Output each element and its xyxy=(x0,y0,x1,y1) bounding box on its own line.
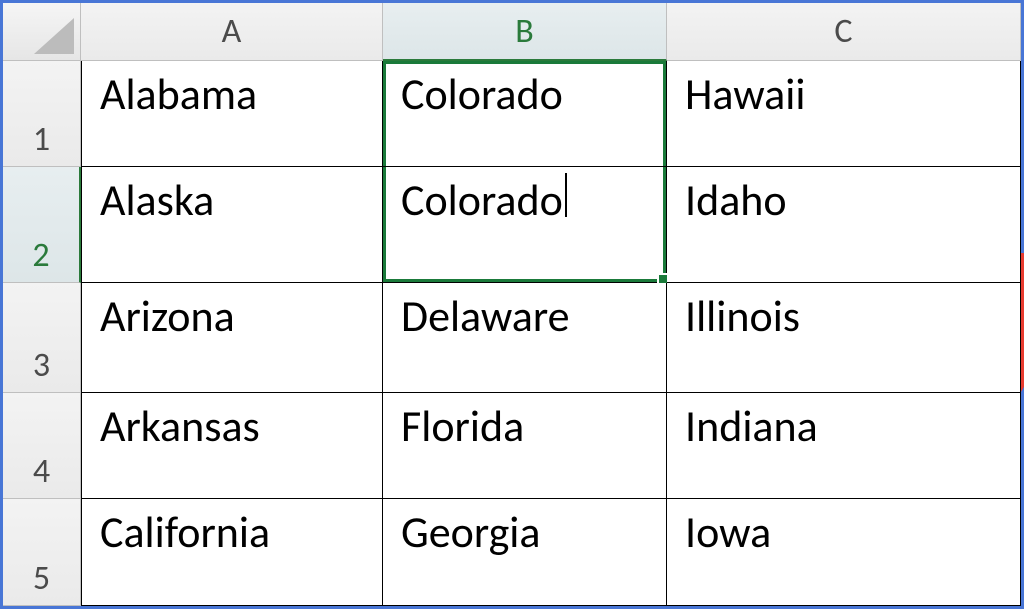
cell-A2[interactable]: Alaska xyxy=(81,167,383,283)
cell-value: Colorado xyxy=(401,67,563,121)
cell-value: Iowa xyxy=(685,505,771,559)
cell-value: Arizona xyxy=(100,289,235,343)
cell-value: Alabama xyxy=(100,67,257,121)
cell-C3[interactable]: Illinois xyxy=(667,283,1021,393)
column-header-A[interactable]: A xyxy=(81,3,383,61)
cell-B4[interactable]: Florida xyxy=(383,393,667,499)
cell-C2[interactable]: Idaho xyxy=(667,167,1021,283)
text-caret xyxy=(565,173,567,217)
cell-A3[interactable]: Arizona xyxy=(81,283,383,393)
row-header-5[interactable]: 5 xyxy=(3,499,81,606)
cell-value: Georgia xyxy=(401,505,540,559)
cell-value: Illinois xyxy=(685,289,800,343)
column-header-B[interactable]: B xyxy=(383,3,667,61)
cell-C1[interactable]: Hawaii xyxy=(667,61,1021,167)
cell-value: Idaho xyxy=(685,173,787,227)
cell-value: Indiana xyxy=(685,399,818,453)
cell-C5[interactable]: Iowa xyxy=(667,499,1021,606)
row-header-4[interactable]: 4 xyxy=(3,393,81,499)
cell-value: Hawaii xyxy=(685,67,805,121)
cell-A5[interactable]: California xyxy=(81,499,383,606)
cell-A4[interactable]: Arkansas xyxy=(81,393,383,499)
cell-value: California xyxy=(100,505,270,559)
row-header-2[interactable]: 2 xyxy=(3,167,81,283)
select-all-corner[interactable] xyxy=(3,3,81,61)
cell-value: Alaska xyxy=(100,173,214,227)
cell-value: Delaware xyxy=(401,289,570,343)
cell-C4[interactable]: Indiana xyxy=(667,393,1021,499)
cell-A1[interactable]: Alabama xyxy=(81,61,383,167)
cell-B1[interactable]: Colorado xyxy=(383,61,667,167)
row-header-1[interactable]: 1 xyxy=(3,61,81,167)
column-header-C[interactable]: C xyxy=(667,3,1021,61)
cell-B5[interactable]: Georgia xyxy=(383,499,667,606)
row-header-3[interactable]: 3 xyxy=(3,283,81,393)
cell-B3[interactable]: Delaware xyxy=(383,283,667,393)
spreadsheet-grid: A B C 1 Alabama Colorado Hawaii 2 Alaska… xyxy=(3,3,1021,606)
cell-value: Arkansas xyxy=(100,399,260,453)
cell-B2[interactable]: Colorado xyxy=(383,167,667,283)
cell-value: Florida xyxy=(401,399,524,453)
cell-value: Colorado xyxy=(401,173,563,227)
